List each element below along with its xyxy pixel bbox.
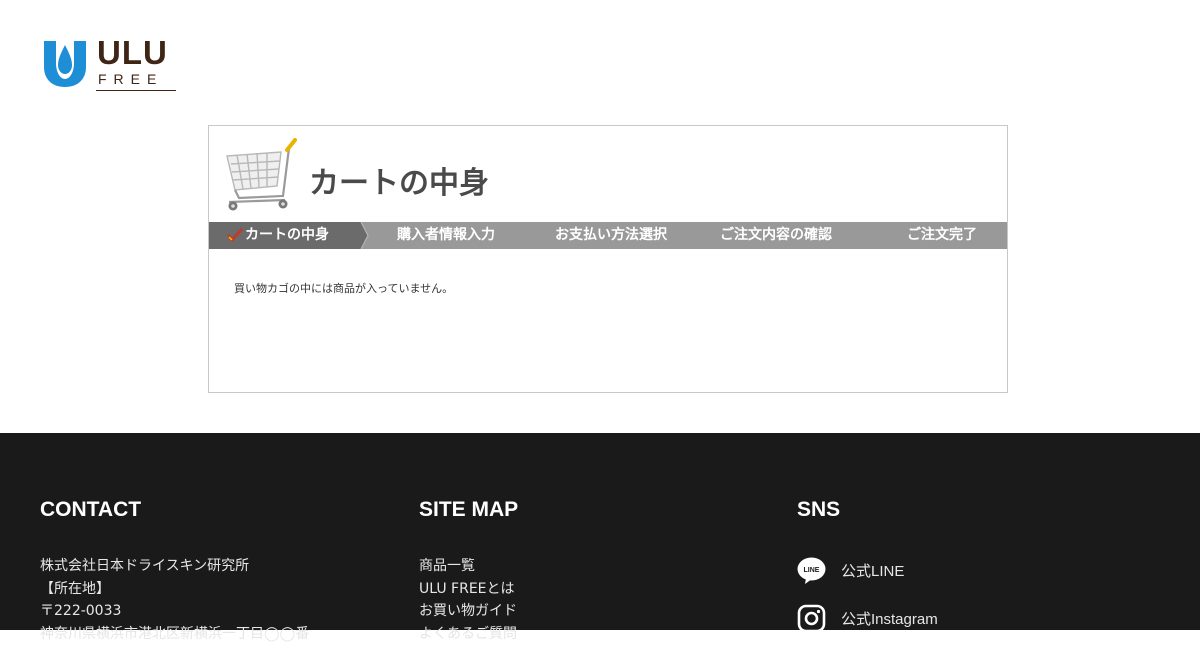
sns-heading: SNS — [797, 498, 840, 522]
site-footer: CONTACT 株式会社日本ドライスキン研究所 【所在地】 〒222-0033 … — [0, 433, 1200, 630]
logo-subtext: FREE — [98, 71, 163, 87]
cart-panel: カートの中身 カートの中身 購入者情報入力 お支払い方法選択 ご注文内容の確認 … — [208, 125, 1008, 393]
sitemap-link-about[interactable]: ULU FREEとは — [419, 578, 517, 601]
contact-address-label: 【所在地】 — [40, 578, 309, 601]
sns-line-link[interactable]: LINE 公式LINE — [797, 555, 904, 585]
contact-heading: CONTACT — [40, 498, 141, 522]
step-buyer-info: 購入者情報入力 — [397, 222, 495, 249]
check-icon — [227, 228, 243, 242]
contact-postal-code: 〒222-0033 — [40, 600, 309, 623]
sitemap-link-faq[interactable]: よくあるご質問 — [419, 623, 517, 645]
instagram-icon — [797, 604, 826, 633]
step-cart: カートの中身 — [245, 222, 329, 249]
site-header: ULU FREE — [0, 0, 1200, 125]
step-confirm: ご注文内容の確認 — [720, 222, 832, 249]
sitemap-link-guide[interactable]: お買い物ガイド — [419, 600, 517, 623]
logo-underline — [96, 90, 176, 91]
sitemap-heading: SITE MAP — [419, 498, 518, 522]
empty-cart-message: 買い物カゴの中には商品が入っていません。 — [234, 280, 453, 296]
sns-instagram-link[interactable]: 公式Instagram — [797, 603, 938, 633]
contact-address: 神奈川県横浜市港北区新横浜一丁目◯◯番 — [40, 623, 309, 645]
step-payment: お支払い方法選択 — [555, 222, 667, 249]
sitemap-links: 商品一覧 ULU FREEとは お買い物ガイド よくあるご質問 — [419, 555, 517, 645]
contact-info: 株式会社日本ドライスキン研究所 【所在地】 〒222-0033 神奈川県横浜市港… — [40, 555, 309, 645]
step-complete: ご注文完了 — [907, 222, 977, 249]
ulu-free-logo[interactable]: ULU FREE — [40, 38, 180, 94]
sns-line-label: 公式LINE — [841, 560, 904, 581]
shopping-cart-icon — [223, 134, 299, 216]
sns-instagram-label: 公式Instagram — [841, 608, 938, 629]
sitemap-link-products[interactable]: 商品一覧 — [419, 555, 517, 578]
checkout-steps: カートの中身 購入者情報入力 お支払い方法選択 ご注文内容の確認 ご注文完了 — [209, 222, 1007, 249]
contact-company: 株式会社日本ドライスキン研究所 — [40, 555, 309, 578]
svg-text:LINE: LINE — [804, 567, 820, 574]
page-title: カートの中身 — [309, 158, 489, 202]
logo-wordmark: ULU — [97, 36, 168, 70]
line-icon: LINE — [797, 557, 826, 584]
water-drop-logo-icon — [42, 39, 88, 89]
